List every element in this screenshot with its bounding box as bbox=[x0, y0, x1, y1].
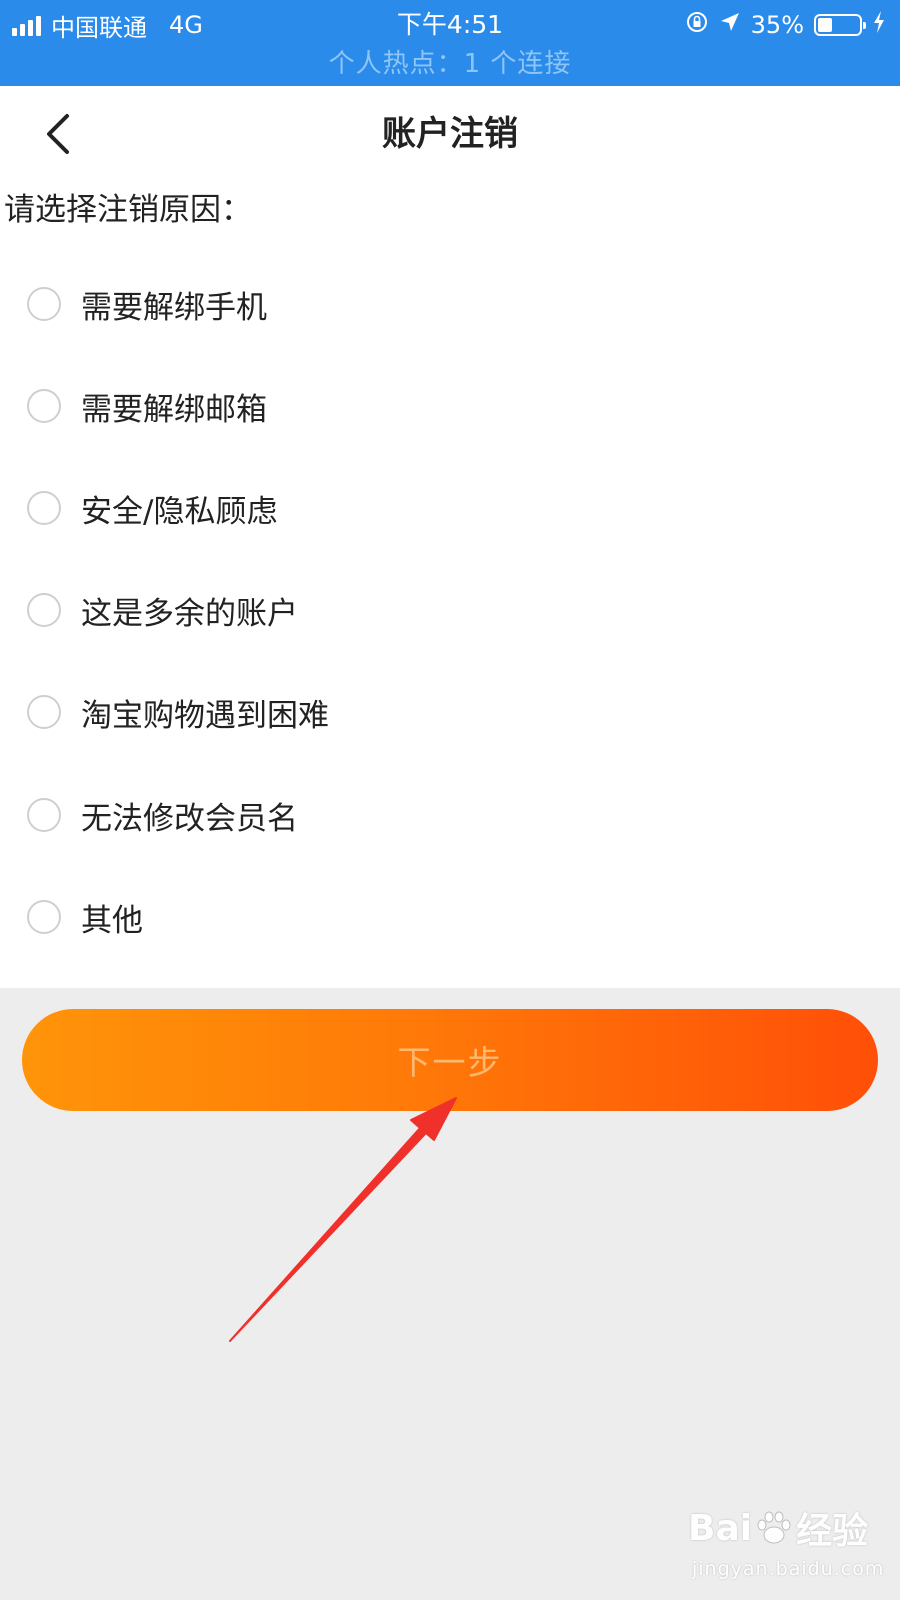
watermark-url: jingyan.baidu.com bbox=[692, 1558, 885, 1580]
chevron-left-icon bbox=[47, 114, 69, 154]
battery-icon bbox=[814, 14, 866, 36]
hotspot-banner[interactable]: 个人热点：1 个连接 bbox=[0, 44, 900, 84]
location-arrow-icon bbox=[719, 11, 741, 39]
reason-option[interactable]: 需要解绑手机 bbox=[0, 264, 900, 344]
radio-button[interactable] bbox=[27, 593, 61, 627]
watermark-brand-prefix: Bai bbox=[688, 1507, 753, 1549]
status-bar: 中国联通 4G 下午4:51 35% 个人热点：1 个连接 bbox=[0, 0, 900, 86]
reason-option[interactable]: 淘宝购物遇到困难 bbox=[0, 672, 900, 752]
reason-form: 请选择注销原因： 需要解绑手机 需要解绑邮箱 安全/隐私顾虑 这是多余的账户 淘… bbox=[0, 182, 900, 988]
radio-button[interactable] bbox=[27, 389, 61, 423]
reason-option[interactable]: 无法修改会员名 bbox=[0, 775, 900, 855]
reason-option-label: 淘宝购物遇到困难 bbox=[81, 697, 329, 734]
rotation-lock-icon bbox=[685, 10, 709, 40]
radio-button[interactable] bbox=[27, 695, 61, 729]
watermark-brand-suffix: 经验 bbox=[796, 1511, 869, 1552]
radio-button[interactable] bbox=[27, 287, 61, 321]
back-button[interactable] bbox=[30, 106, 86, 162]
reason-option-label: 需要解绑邮箱 bbox=[81, 391, 267, 428]
status-right: 35% bbox=[685, 6, 886, 44]
reason-prompt: 请选择注销原因： bbox=[4, 192, 252, 228]
radio-button[interactable] bbox=[27, 900, 61, 934]
battery-percent: 35% bbox=[750, 11, 804, 39]
battery-level bbox=[818, 18, 832, 32]
reason-option[interactable]: 需要解绑邮箱 bbox=[0, 366, 900, 446]
nav-bar: 账户注销 bbox=[0, 86, 900, 182]
reason-option[interactable]: 这是多余的账户 bbox=[0, 570, 900, 650]
reason-option[interactable]: 安全/隐私顾虑 bbox=[0, 468, 900, 548]
baidu-jingyan-watermark: Bai 经验 jingyan.baidu.com bbox=[688, 1500, 883, 1590]
page-title: 账户注销 bbox=[382, 114, 518, 154]
reason-option[interactable]: 其他 bbox=[0, 877, 900, 957]
baidu-paw-icon bbox=[754, 1508, 794, 1548]
reason-option-label: 其他 bbox=[81, 902, 143, 939]
charging-bolt-icon bbox=[872, 10, 886, 40]
radio-button[interactable] bbox=[27, 491, 61, 525]
next-step-label: 下一步 bbox=[397, 1043, 503, 1082]
radio-button[interactable] bbox=[27, 798, 61, 832]
reason-option-label: 这是多余的账户 bbox=[81, 595, 298, 632]
reason-option-label: 安全/隐私顾虑 bbox=[81, 493, 278, 530]
reason-option-label: 需要解绑手机 bbox=[81, 289, 267, 326]
next-step-button[interactable]: 下一步 bbox=[22, 1009, 878, 1111]
reason-option-label: 无法修改会员名 bbox=[81, 800, 298, 837]
